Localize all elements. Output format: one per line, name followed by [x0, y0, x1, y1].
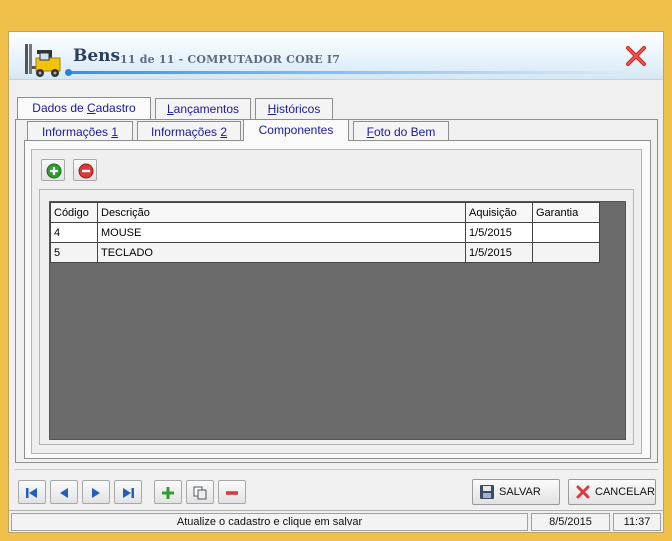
tab-label-hotkey: 1 [111, 125, 119, 139]
first-record-icon [26, 488, 37, 498]
tab-componentes[interactable]: Componentes [243, 119, 349, 141]
column-header-descricao[interactable]: Descrição [97, 202, 466, 223]
tab-label-pre: Informações [41, 125, 112, 139]
cell-descricao[interactable]: MOUSE [97, 222, 466, 243]
status-date: 8/5/2015 [531, 513, 610, 531]
previous-record-icon [60, 488, 68, 498]
minus-circle-icon [78, 163, 94, 179]
forklift-icon [25, 44, 61, 77]
cell-garantia[interactable] [532, 242, 600, 263]
cancel-button-label: CANCELAR [595, 486, 655, 498]
plus-icon [162, 487, 174, 499]
cancel-x-icon [576, 485, 590, 499]
tab-label-post: oto do Bem [373, 125, 436, 139]
plus-circle-icon [46, 163, 62, 179]
grid-header-row: Código Descrição Aquisição Garantia [50, 202, 600, 223]
footer-divider [15, 469, 658, 470]
cell-garantia[interactable] [532, 222, 600, 243]
tab-label-pre: Informações [150, 125, 221, 139]
tab-label-post: adastro [95, 101, 136, 115]
copy-icon [193, 486, 207, 500]
components-grid[interactable]: Código Descrição Aquisição Garantia 4 MO… [49, 201, 626, 440]
tab-label-pre: Dados de [32, 101, 87, 115]
status-bar: Atualize o cadastro e clique em salvar 8… [9, 510, 663, 532]
tab-label-hotkey: L [166, 102, 174, 116]
table-row[interactable]: 4 MOUSE 1/5/2015 [50, 222, 600, 243]
first-record-button[interactable] [18, 480, 46, 504]
cell-aquisicao[interactable]: 1/5/2015 [465, 222, 533, 243]
floppy-disk-icon [480, 485, 494, 499]
tab-label-hotkey: C [87, 101, 96, 115]
tab-foto-do-bem[interactable]: Foto do Bem [353, 121, 449, 142]
window-header: Bens 11 de 11 - COMPUTADOR CORE I7 [9, 32, 663, 80]
tab-historicos[interactable]: Históricos [255, 98, 333, 119]
previous-record-button[interactable] [50, 480, 78, 504]
cancel-button[interactable]: CANCELAR [568, 479, 656, 505]
add-component-button[interactable] [41, 159, 65, 181]
column-header-garantia[interactable]: Garantia [532, 202, 600, 223]
save-button[interactable]: SALVAR [472, 479, 560, 505]
tab-dados-de-cadastro[interactable]: Dados de Cadastro [17, 97, 151, 119]
cell-codigo[interactable]: 4 [50, 222, 98, 243]
last-record-icon [123, 488, 134, 498]
tab-informacoes-2[interactable]: Informações 2 [137, 121, 241, 142]
remove-component-button[interactable] [73, 159, 97, 181]
tab-label-hotkey: 2 [220, 125, 228, 139]
tab-informacoes-1[interactable]: Informações 1 [27, 121, 133, 142]
new-record-button[interactable] [154, 480, 182, 504]
minus-icon [226, 491, 238, 495]
status-time: 11:37 [613, 513, 661, 531]
tab-label-post: istóricos [276, 102, 321, 116]
tab-label-hotkey: F [366, 125, 374, 139]
column-header-codigo[interactable]: Código [50, 202, 98, 223]
last-record-button[interactable] [114, 480, 142, 504]
window-title: Bens [73, 46, 121, 66]
tab-label-post: ançamentos [173, 102, 240, 116]
status-message: Atualize o cadastro e clique em salvar [11, 513, 528, 531]
next-record-icon [92, 488, 100, 498]
cell-codigo[interactable]: 5 [50, 242, 98, 263]
title-underline-dot [65, 69, 72, 76]
tab-label-post: Componentes [258, 123, 334, 137]
column-header-aquisicao[interactable]: Aquisição [465, 202, 533, 223]
delete-record-button[interactable] [218, 480, 246, 504]
cell-aquisicao[interactable]: 1/5/2015 [465, 242, 533, 263]
table-row[interactable]: 5 TECLADO 1/5/2015 [50, 242, 600, 263]
save-button-label: SALVAR [499, 486, 541, 498]
copy-record-button[interactable] [186, 480, 214, 504]
bens-window: Bens 11 de 11 - COMPUTADOR CORE I7 Dados… [8, 31, 664, 533]
tab-lancamentos[interactable]: Lançamentos [155, 98, 251, 119]
cell-descricao[interactable]: TECLADO [97, 242, 466, 263]
title-underline [67, 71, 627, 74]
record-subtitle: 11 de 11 - COMPUTADOR CORE I7 [120, 53, 341, 66]
close-icon[interactable] [624, 44, 648, 68]
next-record-button[interactable] [82, 480, 110, 504]
